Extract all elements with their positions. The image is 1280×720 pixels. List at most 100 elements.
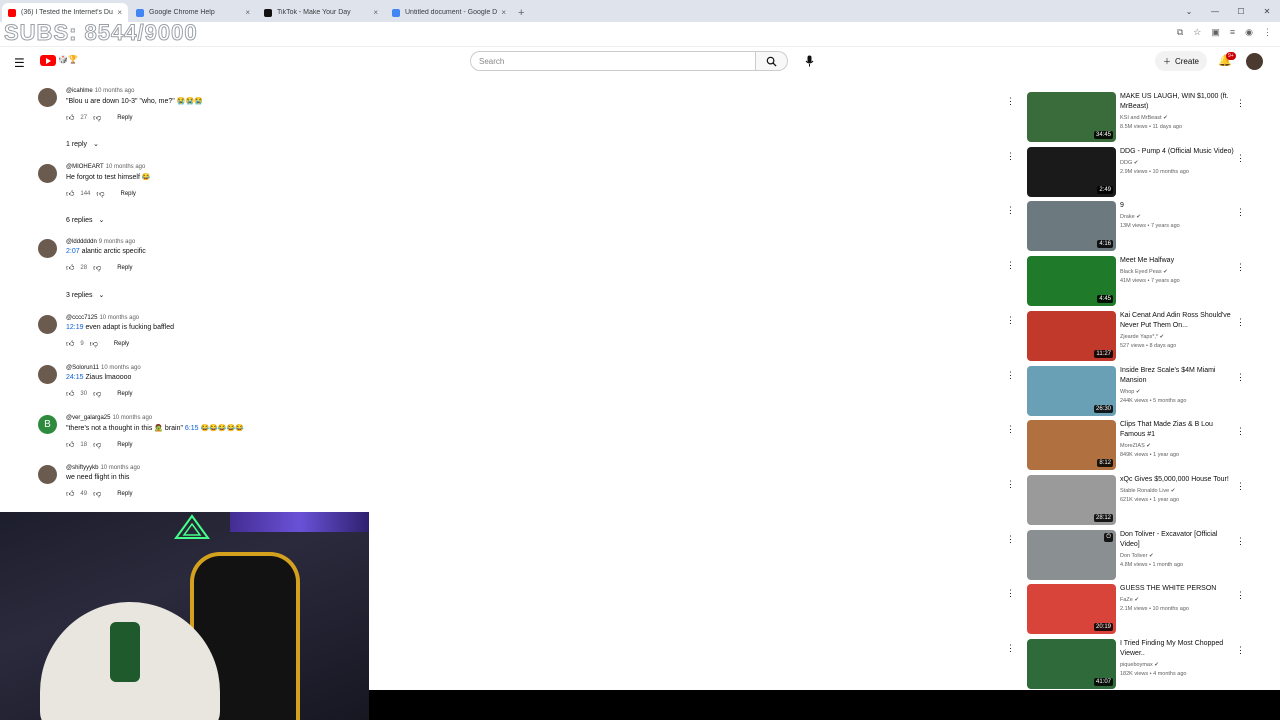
install-icon[interactable]: ⧉ <box>1177 27 1183 38</box>
commenter-avatar[interactable]: B <box>38 415 57 434</box>
video-thumbnail[interactable]: 🕒︎ <box>1027 529 1116 580</box>
comment-author[interactable]: @Solorun11 10 months ago <box>66 365 141 371</box>
comment-time[interactable]: 10 months ago <box>112 415 152 421</box>
more-actions-icon[interactable]: ⋮ <box>1006 315 1015 326</box>
youtube-logo[interactable] <box>40 55 56 66</box>
video-channel[interactable]: Drake ✔ <box>1120 214 1238 220</box>
commenter-avatar[interactable] <box>38 88 57 107</box>
video-menu-icon[interactable]: ⋮ <box>1236 317 1245 328</box>
recommended-video[interactable]: ⋮ 28:12 xQc Gives $5,000,000 House Tour!… <box>1000 474 1250 527</box>
video-title[interactable]: GUESS THE WHITE PERSON <box>1120 584 1238 594</box>
comment-author[interactable]: @shiftyyykb 10 months ago <box>66 465 140 471</box>
video-menu-icon[interactable]: ⋮ <box>1236 153 1245 164</box>
recommended-video[interactable]: ⋮ 41:07 I Tried Finding My Most Chopped … <box>1000 639 1250 690</box>
more-actions-icon[interactable]: ⋮ <box>1006 151 1015 162</box>
recommended-video[interactable]: ⋮ 4:16 9 Drake ✔ 13M views • 7 years ago… <box>1000 201 1250 253</box>
create-button[interactable]: ＋ Create <box>1155 51 1207 71</box>
reply-button[interactable]: Reply <box>117 265 132 271</box>
video-channel[interactable]: FaZe ✔ <box>1120 597 1238 603</box>
video-channel[interactable]: Black Eyed Peas ✔ <box>1120 269 1238 275</box>
channel-name[interactable]: Zjearde Yaps*,* <box>1120 334 1158 340</box>
video-menu-icon[interactable]: ⋮ <box>1236 426 1245 437</box>
comment-time[interactable]: 9 months ago <box>99 239 135 245</box>
thumbs-up-icon[interactable]: 👍︎ <box>66 189 74 199</box>
video-title[interactable]: Meet Me Halfway <box>1120 256 1238 266</box>
minimize-icon[interactable]: — <box>1202 0 1228 22</box>
recommended-video[interactable]: ⋮ 4:45 Meet Me Halfway Black Eyed Peas ✔… <box>1000 256 1250 308</box>
video-menu-icon[interactable]: ⋮ <box>1236 481 1245 492</box>
menu-icon[interactable]: ☰ <box>14 56 25 70</box>
video-thumbnail[interactable]: 28:12 <box>1027 474 1116 525</box>
channel-name[interactable]: DDG <box>1120 160 1132 166</box>
logo-doodle[interactable]: 🎲🏆 <box>58 55 78 64</box>
reply-button[interactable]: Reply <box>117 115 132 121</box>
video-menu-icon[interactable]: ⋮ <box>1236 262 1245 273</box>
comment-author[interactable]: @icahlme 10 months ago <box>66 88 203 94</box>
video-title[interactable]: I Tried Finding My Most Chopped Viewer.. <box>1120 639 1238 659</box>
video-thumbnail[interactable]: 2:49 <box>1027 146 1116 197</box>
more-icon[interactable]: ⋮ <box>1263 27 1272 38</box>
commenter-avatar[interactable] <box>38 365 57 384</box>
thumbs-down-icon[interactable]: 👎︎ <box>96 189 104 199</box>
channel-name[interactable]: Stable Ronaldo Live <box>1120 488 1169 494</box>
channel-name[interactable]: KSI and MrBeast <box>1120 115 1162 121</box>
thumbs-up-icon[interactable]: 👍︎ <box>66 440 74 450</box>
tab-close-icon[interactable]: × <box>373 8 378 17</box>
comment-time[interactable]: 10 months ago <box>101 365 141 371</box>
video-menu-icon[interactable]: ⋮ <box>1236 372 1245 383</box>
reply-button[interactable]: Reply <box>117 491 132 497</box>
video-menu-icon[interactable]: ⋮ <box>1236 590 1245 601</box>
thumbs-up-icon[interactable]: 👍︎ <box>66 263 74 273</box>
more-actions-icon[interactable]: ⋮ <box>1006 424 1015 435</box>
extensions-icon[interactable]: ▣ <box>1211 27 1220 38</box>
comment-timestamp-link[interactable]: 12:19 <box>66 324 84 331</box>
reply-button[interactable]: Reply <box>114 341 129 347</box>
more-actions-icon[interactable]: ⋮ <box>1006 534 1015 545</box>
recommended-video[interactable]: ⋮ 🕒︎ Don Toliver - Excavator [Official V… <box>1000 529 1250 582</box>
video-title[interactable]: 9 <box>1120 201 1238 211</box>
video-thumbnail[interactable]: 8:12 <box>1027 420 1116 471</box>
more-actions-icon[interactable]: ⋮ <box>1006 205 1015 216</box>
video-thumbnail[interactable]: 34:45 <box>1027 92 1116 142</box>
commenter-avatar[interactable] <box>38 465 57 484</box>
account-avatar[interactable] <box>1246 53 1263 70</box>
video-channel[interactable]: Zjearde Yaps*,* ✔ <box>1120 334 1238 340</box>
comment-author[interactable]: @MIOHEART 10 months ago <box>66 164 151 170</box>
browser-tab-3[interactable]: Untitled document - Google Do × <box>386 3 512 22</box>
video-title[interactable]: xQc Gives $5,000,000 House Tour! <box>1120 475 1238 485</box>
recommended-video[interactable]: ⋮ 2:49 DDG - Pump 4 (Official Music Vide… <box>1000 146 1250 199</box>
recommended-video[interactable]: ⋮ 20:19 GUESS THE WHITE PERSON FaZe ✔ 2.… <box>1000 584 1250 636</box>
new-tab-button[interactable]: + <box>518 3 524 22</box>
video-title[interactable]: Clips That Made Zias & B Lou Famous #1 <box>1120 420 1238 440</box>
video-title[interactable]: MAKE US LAUGH, WIN $1,000 (ft. MrBeast) <box>1120 92 1238 112</box>
comment-handle[interactable]: @lddddddn <box>66 239 97 245</box>
profile-icon[interactable]: ◉ <box>1245 27 1253 38</box>
channel-name[interactable]: MoreZIAS <box>1120 443 1145 449</box>
recommended-video[interactable]: ⋮ 26:30 Inside Brez Scale's $4M Miami Ma… <box>1000 365 1250 418</box>
more-actions-icon[interactable]: ⋮ <box>1006 370 1015 381</box>
thumbs-down-icon[interactable]: 👎︎ <box>93 440 101 450</box>
video-title[interactable]: Kai Cenat And Adin Ross Should've Never … <box>1120 311 1238 331</box>
more-actions-icon[interactable]: ⋮ <box>1006 643 1015 654</box>
thumbs-up-icon[interactable]: 👍︎ <box>66 489 74 499</box>
commenter-avatar[interactable] <box>38 164 57 183</box>
comment-handle[interactable]: @MIOHEART <box>66 164 104 170</box>
comment-time[interactable]: 10 months ago <box>100 465 140 471</box>
comment-timestamp-link[interactable]: 6:15 <box>185 425 199 432</box>
thumbs-down-icon[interactable]: 👎︎ <box>93 113 101 123</box>
video-channel[interactable]: KSI and MrBeast ✔ <box>1120 115 1238 121</box>
maximize-icon[interactable]: ☐ <box>1228 0 1254 22</box>
more-actions-icon[interactable]: ⋮ <box>1006 96 1015 107</box>
channel-name[interactable]: piqueboymax <box>1120 662 1153 668</box>
thumbs-up-icon[interactable]: 👍︎ <box>66 113 74 123</box>
comment-handle[interactable]: @shiftyyykb <box>66 465 98 471</box>
search-button[interactable] <box>756 51 788 71</box>
video-thumbnail[interactable]: 41:07 <box>1027 639 1116 689</box>
more-actions-icon[interactable]: ⋮ <box>1006 260 1015 271</box>
media-icon[interactable]: ≡ <box>1230 27 1235 38</box>
search-input[interactable]: Search <box>470 51 756 71</box>
recommended-video[interactable]: ⋮ 11:27 Kai Cenat And Adin Ross Should'v… <box>1000 310 1250 363</box>
video-channel[interactable]: DDG ✔ <box>1120 160 1238 166</box>
video-channel[interactable]: piqueboymax ✔ <box>1120 662 1238 668</box>
video-thumbnail[interactable]: 4:45 <box>1027 256 1116 307</box>
